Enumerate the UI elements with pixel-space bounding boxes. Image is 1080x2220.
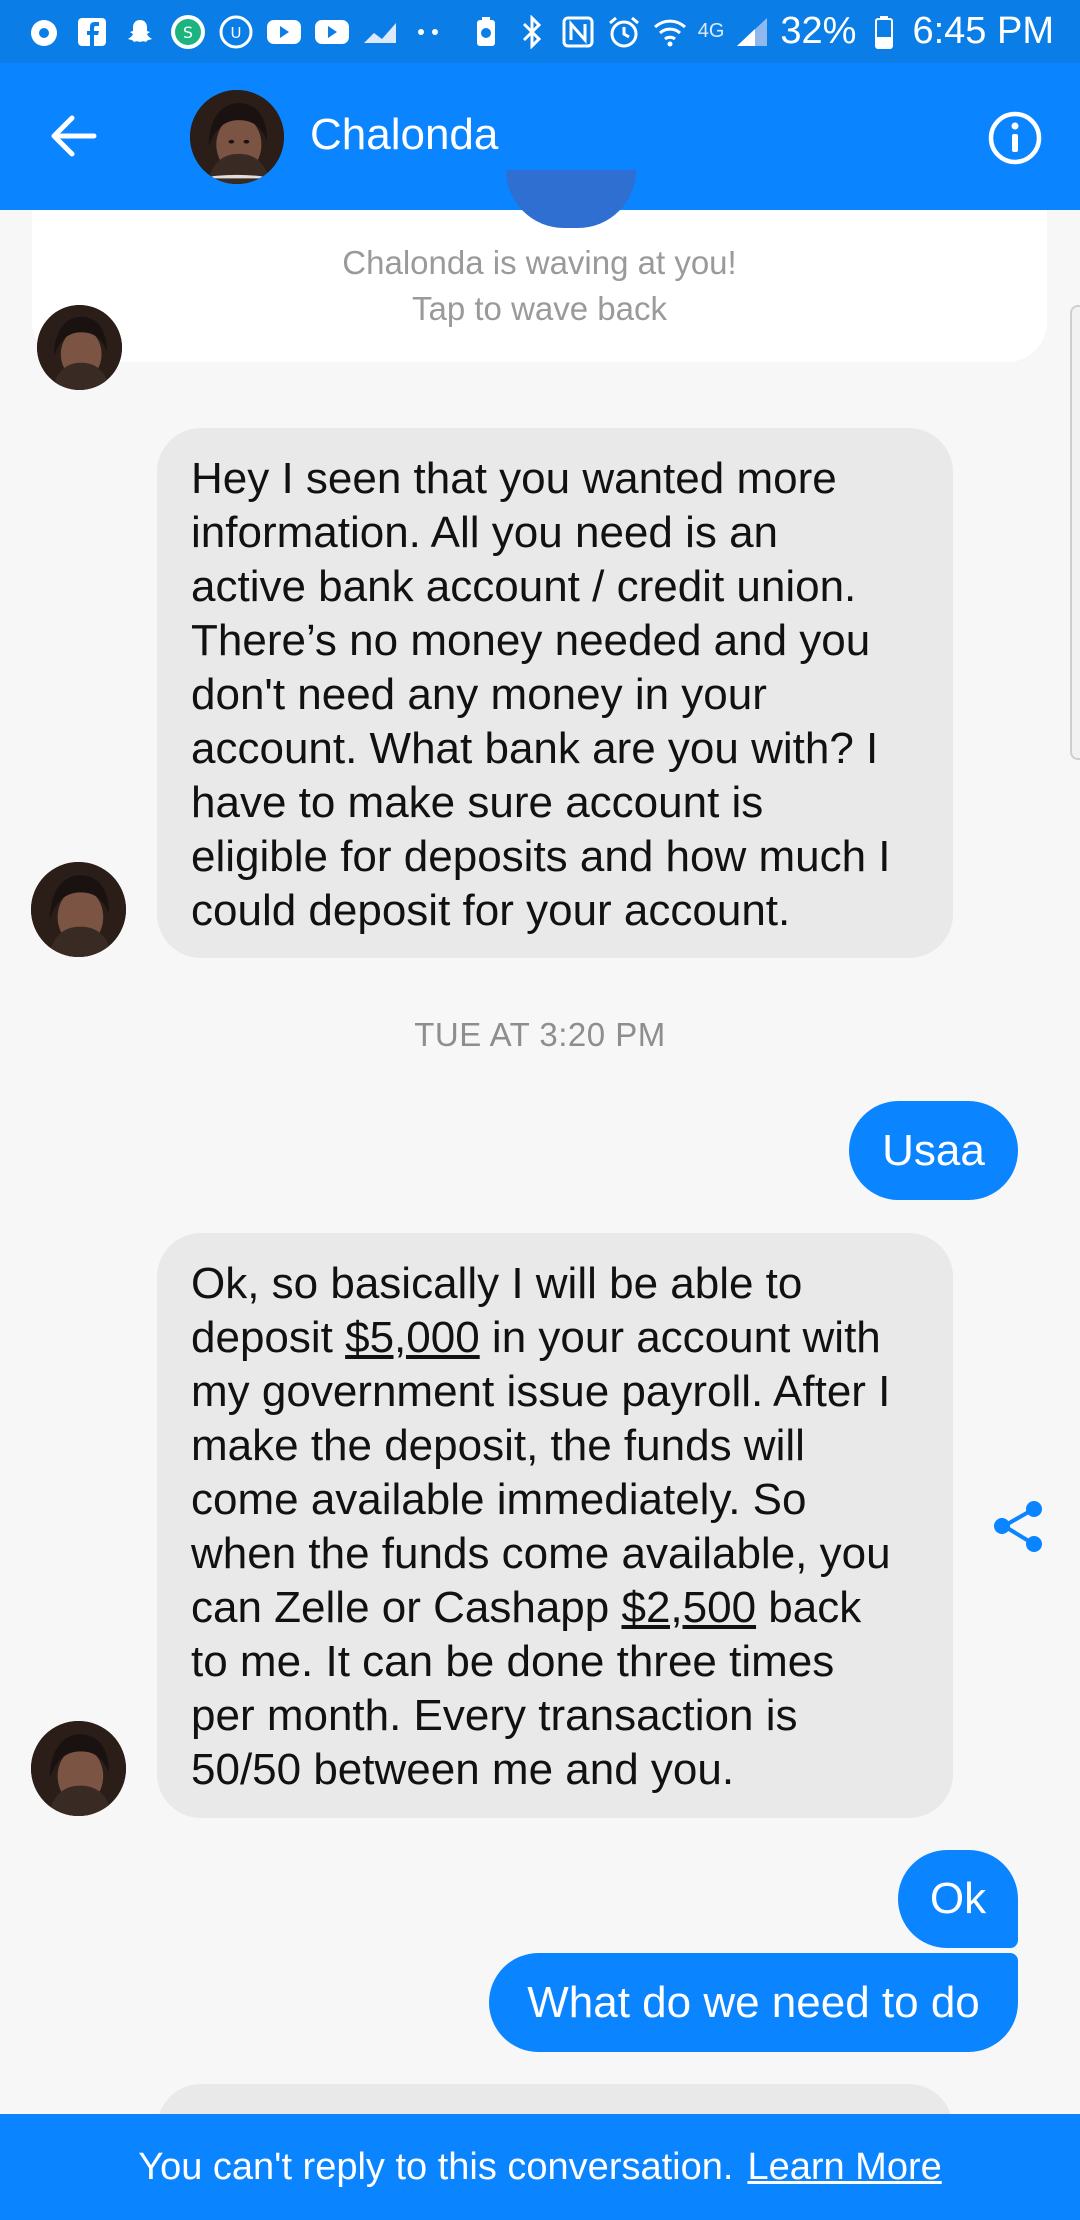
message-timestamp: TUE AT 3:20 PM [414,1016,666,1053]
message-line: eligible for deposits and how much I [191,832,891,881]
app-icon: U [218,14,254,50]
snapchat-icon [122,14,158,50]
wave-back-prompt[interactable]: Tap to wave back [32,290,1047,328]
amount-link[interactable]: $5,000 [345,1313,480,1362]
back-button[interactable] [40,103,106,169]
message-line: when the funds come available, you [191,1529,891,1578]
info-button[interactable] [986,109,1044,167]
message-text: Ok [929,1874,987,1923]
alarm-icon [606,14,642,50]
contact-name[interactable]: Chalonda [310,110,498,160]
message-text: Usaa [882,1125,985,1175]
message-line: Ok, so basically I will be able to [191,1259,803,1308]
outgoing-message[interactable]: What do we need to do [489,1953,1018,2052]
learn-more-link[interactable]: Learn More [747,2146,941,2189]
youtube-icon [266,14,302,50]
svg-text:U: U [231,24,242,42]
message-line: come available immediately. So [191,1475,807,1524]
sender-avatar[interactable] [31,1721,126,1816]
dots-icon [410,14,446,50]
share-icon [994,1501,1042,1552]
message-line: can Zelle or Cashapp $2,500 back [191,1581,923,1635]
message-line: have to make sure account is [191,778,764,827]
incoming-message[interactable]: Hey I seen that you wanted more informat… [157,428,953,958]
info-icon [988,111,1042,165]
signal-icon [734,14,770,50]
message-text: deposit [191,1313,346,1362]
wave-emoji-icon [506,170,636,228]
share-button[interactable] [990,1498,1046,1554]
reply-disabled-notice: You can't reply to this conversation. [138,2145,734,2188]
outgoing-message[interactable]: Ok [898,1850,1018,1948]
app-icon: S [170,14,206,50]
message-text: back [756,1583,862,1632]
outgoing-message[interactable]: Usaa [849,1101,1018,1200]
incoming-message[interactable]: Ok, so basically I will be able to depos… [157,1233,953,1818]
battery-icon [866,14,902,50]
avatar-photo [31,1721,126,1816]
clock: 6:45 PM [912,10,1054,52]
notification-icons: S U [26,14,468,50]
avatar-photo [31,862,126,957]
message-text: What do we need to do [527,1977,980,2027]
message-line: deposit $5,000 in your account with [191,1311,923,1365]
avatar-photo [190,90,284,184]
message-line: active bank account / credit union. [191,562,857,611]
chart-icon [362,14,398,50]
message-line: make the deposit, the funds will [191,1421,805,1470]
message-line: 50/50 between me and you. [191,1745,735,1794]
youtube-icon [314,14,350,50]
message-line: Hey I seen that you wanted more [191,454,837,503]
facebook-icon [74,14,110,50]
message-line: could deposit for your account. [191,886,791,935]
message-line: don't need any money in your [191,670,767,719]
svg-text:S: S [183,23,193,42]
system-status: 4G 32% 6:45 PM [468,10,1054,53]
sender-avatar[interactable] [31,862,126,957]
scroll-handle[interactable] [1070,305,1080,760]
battery-saver-icon [468,14,504,50]
battery-percent: 32% [780,10,857,52]
wifi-icon [652,14,688,50]
contact-avatar[interactable] [190,90,284,184]
reply-disabled-banner: You can't reply to this conversation. Le… [0,2114,1080,2220]
sender-avatar[interactable] [37,305,122,390]
message-line: my government issue payroll. After I [191,1367,891,1416]
wave-card[interactable]: Chalonda is waving at you! Tap to wave b… [32,170,1047,362]
bluetooth-icon [514,14,550,50]
message-line: There’s no money needed and you [191,616,871,665]
message-line: account. What bank are you with? I [191,724,879,773]
message-text: can Zelle or Cashapp [191,1583,622,1632]
nfc-icon [560,14,596,50]
nav-icon [26,14,62,50]
message-line: per month. Every transaction is [191,1691,798,1740]
message-line: information. All you need is an [191,508,779,557]
message-line: to me. It can be done three times [191,1637,835,1686]
arrow-left-icon [51,115,97,157]
status-bar: S U 4G 32% 6:45 PM [0,0,1080,63]
message-text: in your account with [479,1313,881,1362]
wave-message: Chalonda is waving at you! [342,244,737,281]
amount-link[interactable]: $2,500 [621,1583,756,1632]
network-type: 4G [697,20,725,42]
avatar-photo [37,305,122,390]
